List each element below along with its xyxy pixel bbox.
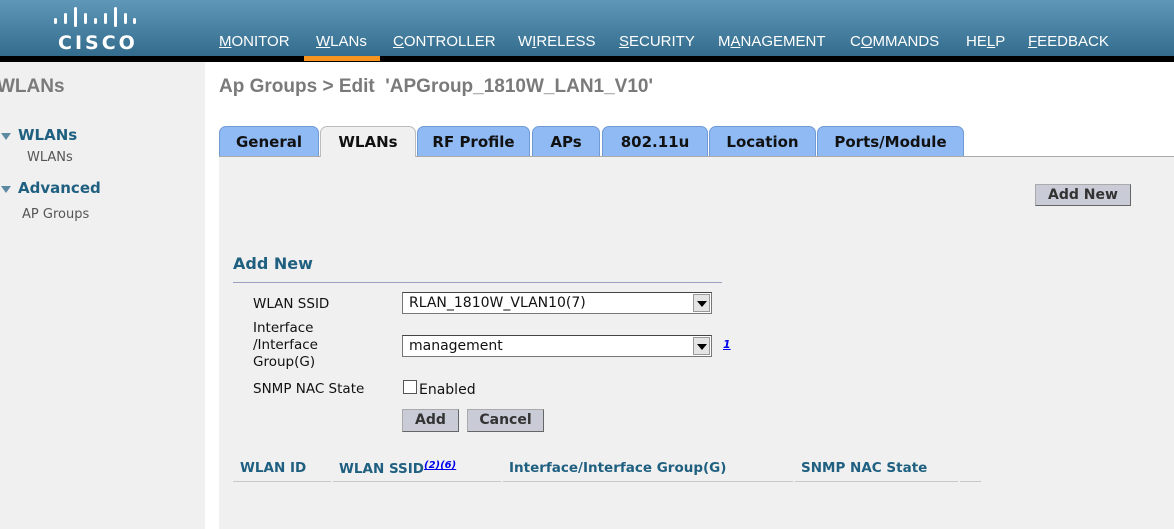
column-header-wlan-id: WLAN ID bbox=[240, 460, 307, 476]
tab-wlans[interactable]: WLANs bbox=[320, 126, 416, 157]
wlan-ssid-value: RLAN_1810W_VLAN10(7) bbox=[409, 295, 586, 311]
nav-label-part: C bbox=[850, 33, 861, 50]
column-header-wlan-ssid: WLAN SSID(2)(6) bbox=[339, 460, 456, 477]
heading-divider bbox=[233, 282, 722, 283]
nav-item-controller[interactable]: CONTROLLER bbox=[393, 33, 496, 50]
add-new-button[interactable]: Add New bbox=[1035, 184, 1131, 206]
active-nav-indicator bbox=[304, 56, 380, 61]
logo-text: CISCO bbox=[58, 32, 138, 54]
interface-label-line: Group(G) bbox=[253, 354, 316, 370]
interface-value: management bbox=[409, 338, 503, 354]
nav-label-part: RELESS bbox=[536, 33, 596, 50]
nav-label-part: LANs bbox=[330, 33, 367, 50]
sidebar-title: WLANs bbox=[0, 76, 65, 97]
nav-item-management[interactable]: MANAGEMENT bbox=[718, 33, 826, 50]
cisco-bars-icon bbox=[54, 7, 136, 27]
nav-label-part: MMANDS bbox=[872, 33, 940, 50]
cancel-button[interactable]: Cancel bbox=[467, 409, 544, 432]
nav-item-security[interactable]: SECURITY bbox=[619, 33, 695, 50]
column-header-label: WLAN SSID bbox=[339, 461, 425, 477]
sidebar-group-advanced[interactable]: Advanced bbox=[18, 179, 101, 197]
chevron-down-icon[interactable] bbox=[693, 337, 710, 355]
ssid-footnote-link[interactable]: (2)(6) bbox=[424, 460, 456, 471]
nav-item-wlans[interactable]: WLANs bbox=[316, 33, 367, 50]
snmp-enabled-label: Enabled bbox=[419, 382, 476, 398]
nav-label-part: A bbox=[730, 33, 741, 50]
column-header-interface: Interface/Interface Group(G) bbox=[509, 460, 727, 476]
sidebar: WLANs WLANs WLANs Advanced AP Groups bbox=[0, 62, 205, 529]
nav-label-part: NAGEMENT bbox=[740, 33, 826, 50]
snmp-nac-label: SNMP NAC State bbox=[253, 381, 365, 397]
nav-label-part: P bbox=[995, 33, 1006, 50]
nav-label-part: EEDBACK bbox=[1037, 33, 1109, 50]
nav-label-part: M bbox=[718, 33, 731, 50]
nav-label-part: W bbox=[316, 33, 331, 50]
interface-footnote-link[interactable]: 1 bbox=[723, 338, 731, 351]
table-header-divider bbox=[333, 481, 501, 482]
interface-label: Interface /Interface Group(G) bbox=[253, 320, 318, 371]
wlan-ssid-label: WLAN SSID bbox=[253, 296, 330, 312]
interface-label-line: /Interface bbox=[253, 337, 318, 353]
nav-item-help[interactable]: HELP bbox=[966, 33, 1005, 50]
page-title: Ap Groups > Edit 'APGroup_1810W_LAN1_V10… bbox=[219, 76, 654, 97]
table-header-divider bbox=[960, 481, 981, 482]
interface-label-line: Interface bbox=[253, 320, 314, 336]
add-new-heading: Add New bbox=[233, 254, 313, 273]
tab-aps[interactable]: APs bbox=[532, 126, 600, 156]
nav-label-part: W bbox=[518, 33, 533, 50]
nav-label-part: HE bbox=[966, 33, 987, 50]
nav-label-part: ECURITY bbox=[629, 33, 695, 50]
expand-triangle-icon[interactable] bbox=[1, 133, 11, 140]
nav-label-part: M bbox=[219, 33, 232, 50]
sidebar-group-wlans[interactable]: WLANs bbox=[18, 126, 77, 144]
chevron-down-icon[interactable] bbox=[693, 294, 710, 312]
wlan-ssid-select[interactable]: RLAN_1810W_VLAN10(7) bbox=[402, 292, 712, 314]
nav-item-commands[interactable]: COMMANDS bbox=[850, 33, 939, 50]
tab-rf-profile[interactable]: RF Profile bbox=[417, 126, 530, 156]
nav-label-part: O bbox=[860, 33, 873, 50]
expand-triangle-icon[interactable] bbox=[1, 186, 11, 193]
table-header-divider bbox=[233, 481, 331, 482]
nav-label-part: S bbox=[619, 33, 630, 50]
tab-location[interactable]: Location bbox=[709, 126, 816, 156]
nav-label-part: L bbox=[986, 33, 996, 50]
nav-label-part: F bbox=[1028, 33, 1038, 50]
tab-ports-module[interactable]: Ports/Module bbox=[817, 126, 964, 156]
nav-label-part: ONTROLLER bbox=[403, 33, 496, 50]
interface-select[interactable]: management bbox=[402, 335, 712, 357]
nav-item-wireless[interactable]: WIRELESS bbox=[518, 33, 596, 50]
sidebar-item-ap-groups[interactable]: AP Groups bbox=[22, 207, 89, 222]
table-header-divider bbox=[795, 481, 958, 482]
nav-label-part: ONITOR bbox=[231, 33, 290, 50]
tab-general[interactable]: General bbox=[219, 126, 319, 156]
tab-802-11u[interactable]: 802.11u bbox=[602, 126, 708, 156]
add-button[interactable]: Add bbox=[402, 409, 459, 432]
cisco-logo: CISCO bbox=[52, 4, 138, 54]
snmp-nac-checkbox[interactable] bbox=[403, 380, 417, 394]
nav-label-part: C bbox=[393, 33, 404, 50]
column-header-snmp-nac: SNMP NAC State bbox=[801, 460, 928, 476]
nav-item-feedback[interactable]: FEEDBACK bbox=[1028, 33, 1109, 50]
nav-item-monitor[interactable]: MONITOR bbox=[219, 33, 290, 50]
sidebar-item-wlans[interactable]: WLANs bbox=[27, 150, 73, 165]
table-header-divider bbox=[503, 481, 793, 482]
